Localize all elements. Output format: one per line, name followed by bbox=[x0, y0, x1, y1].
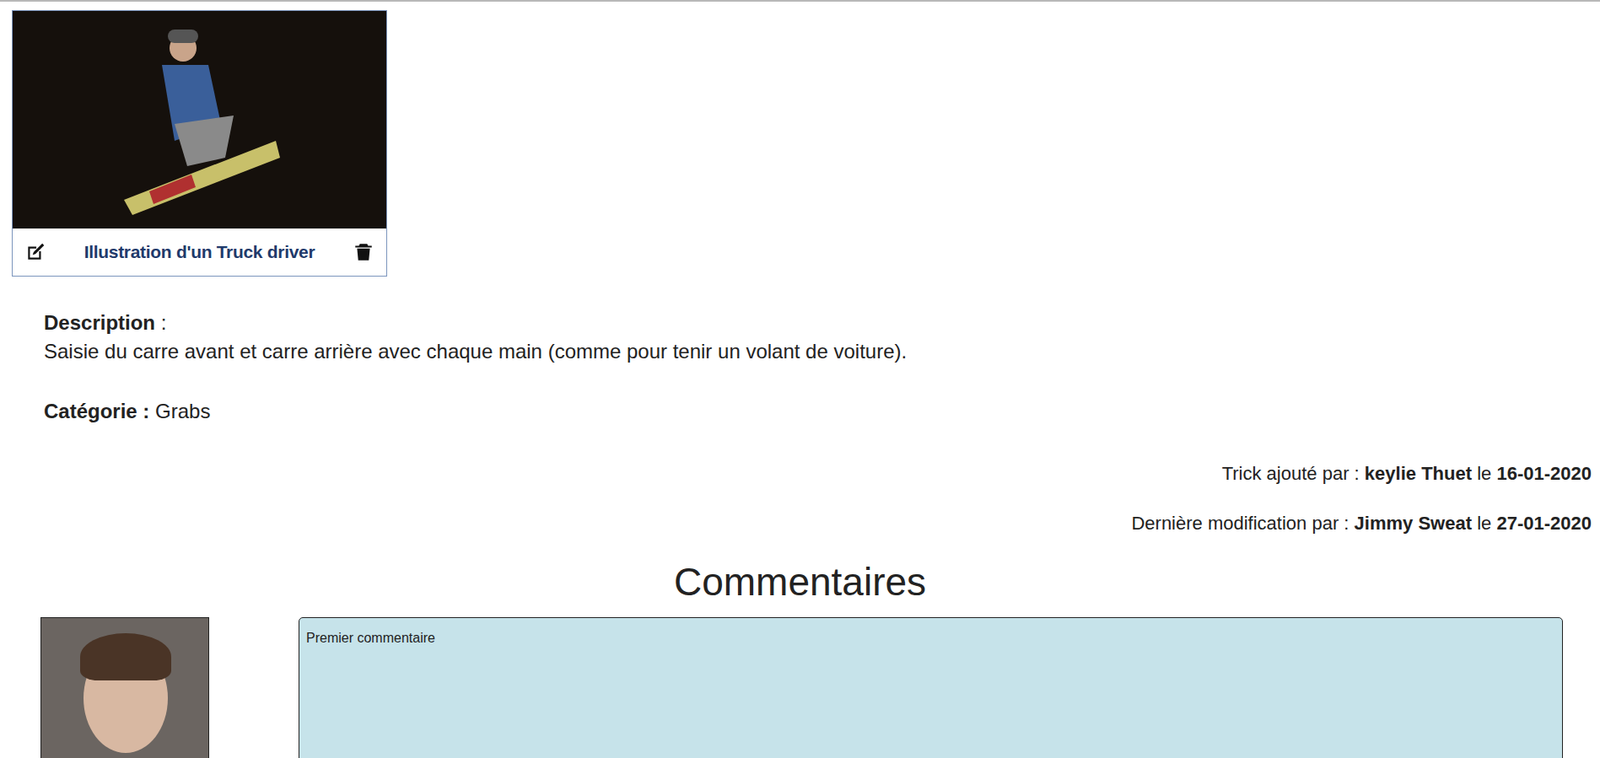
meta-joiner: le bbox=[1476, 463, 1492, 485]
meta-prefix: Trick ajouté par : bbox=[1222, 463, 1360, 485]
category-line: Catégorie :Grabs bbox=[43, 397, 1600, 426]
category-value: Grabs bbox=[155, 399, 211, 423]
meta-date: 27-01-2020 bbox=[1496, 512, 1592, 534]
avatar-hair bbox=[80, 633, 172, 681]
meta-line: Dernière modification par :Jimmy Sweatle… bbox=[0, 509, 1592, 538]
trick-meta: Trick ajouté par :keylie Thuetle16-01-20… bbox=[0, 459, 1600, 538]
snowboarder-icon bbox=[115, 22, 285, 217]
media-card: Illustration d'un Truck driver bbox=[11, 10, 388, 277]
user-avatar bbox=[40, 617, 210, 758]
meta-date: 16-01-2020 bbox=[1496, 463, 1592, 485]
trick-info: Description:Saisie du carre avant et car… bbox=[0, 276, 1600, 426]
meta-prefix: Dernière modification par : bbox=[1131, 512, 1349, 534]
description-separator: : bbox=[161, 311, 168, 335]
meta-author: Jimmy Sweat bbox=[1354, 512, 1472, 534]
meta-joiner: le bbox=[1476, 512, 1492, 534]
meta-line: Trick ajouté par :keylie Thuetle16-01-20… bbox=[0, 459, 1592, 488]
description-label: Description bbox=[43, 311, 156, 335]
media-caption-text: Illustration d'un Truck driver bbox=[84, 238, 316, 266]
trick-photo bbox=[12, 10, 387, 229]
comment-text: Premier commentaire bbox=[306, 630, 436, 646]
media-caption: Illustration d'un Truck driver bbox=[12, 228, 387, 276]
comments-title: Commentaires bbox=[0, 559, 1600, 606]
description-label-line: Description: bbox=[43, 308, 1600, 338]
trash-icon[interactable] bbox=[352, 241, 375, 264]
edit-icon[interactable] bbox=[24, 241, 47, 264]
category-label: Catégorie : bbox=[43, 399, 150, 423]
comment-row: Premier commentaire bbox=[0, 617, 1600, 758]
meta-author: keylie Thuet bbox=[1364, 463, 1472, 485]
description-text: Saisie du carre avant et carre arrière a… bbox=[43, 337, 1600, 367]
comment-box: Premier commentaire bbox=[298, 617, 1563, 758]
